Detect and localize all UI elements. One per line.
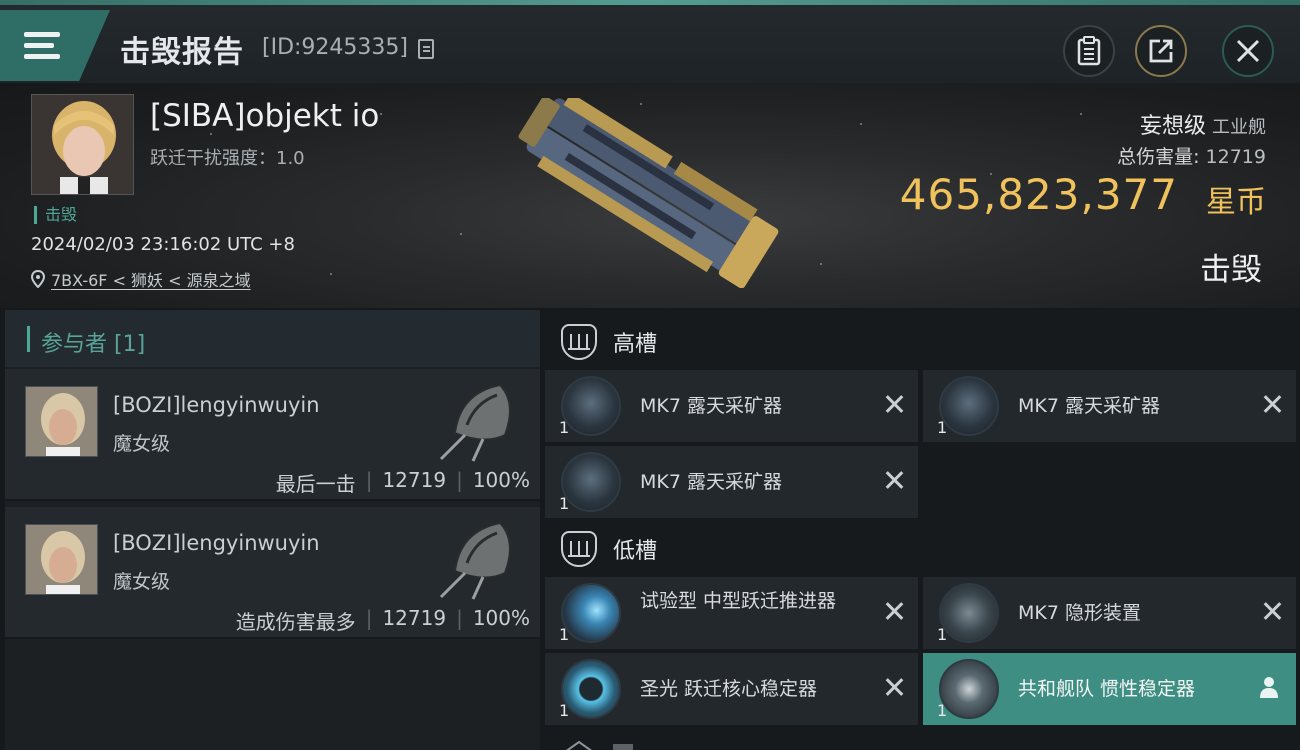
module-name: MK7 露天采矿器 — [640, 471, 782, 493]
dropped-person-icon — [1260, 677, 1278, 698]
participant-ship: 魔女级 — [113, 433, 171, 455]
kill-result: 击毁 — [1200, 252, 1262, 288]
header-bar: 击毁报告 [ID:9245335] — [0, 5, 1300, 83]
avatar[interactable] — [25, 386, 98, 457]
module-item-dropped[interactable]: 1 共和舰队 惯性稳定器 — [923, 653, 1296, 725]
warp-disruption-strength: 跃迁干扰强度：1.0 — [150, 148, 305, 169]
victim-pilot-name[interactable]: [SIBA]objekt io — [150, 98, 379, 134]
total-damage: 总伤害量: 12719 — [1117, 142, 1266, 169]
module-name: MK7 露天采矿器 — [1018, 395, 1160, 417]
page-title: 击毁报告 — [120, 35, 244, 70]
fitting-panel: 高槽 1 MK7 露天采矿器 1 MK7 露天采矿器 1 MK7 露天采矿器 低… — [543, 310, 1300, 750]
mining-laser-icon — [561, 452, 621, 512]
attacker-ship-icon — [439, 521, 511, 600]
module-item[interactable]: 1 MK7 隐形装置 — [923, 577, 1296, 649]
participant-stats: 最后一击 | 12719 | 100% — [275, 468, 530, 496]
location-pin-icon — [31, 270, 45, 288]
destroyed-icon — [884, 394, 904, 414]
module-qty: 1 — [937, 701, 948, 720]
participant-name: [BOZI]lengyinwuyin — [113, 393, 320, 417]
hamburger-menu-icon — [24, 31, 64, 60]
pilot-avatar-image — [32, 95, 133, 194]
participants-header: 参与者 [1] — [5, 310, 540, 367]
share-button[interactable] — [1135, 25, 1187, 77]
cloaking-device-icon — [939, 583, 999, 643]
destroyed-icon — [884, 677, 904, 697]
destroyed-icon — [884, 470, 904, 490]
mining-laser-icon — [561, 376, 621, 436]
avatar[interactable] — [25, 524, 98, 595]
module-name: 圣光 跃迁核心稳定器 — [640, 678, 818, 700]
share-icon — [1149, 39, 1173, 63]
mining-laser-icon — [939, 376, 999, 436]
participant-role: 造成伤害最多 — [235, 610, 356, 634]
participants-title: 参与者 [1] — [41, 332, 146, 357]
attacker-ship-icon — [439, 383, 511, 462]
ship-type: 工业舰 — [1212, 117, 1266, 138]
kill-datetime: 2024/02/03 23:16:02 UTC +8 — [31, 234, 295, 255]
module-qty: 1 — [559, 494, 570, 513]
participant-name: [BOZI]lengyinwuyin — [113, 531, 320, 555]
close-button[interactable] — [1222, 25, 1274, 77]
participants-panel: 参与者 [1] [BOZI]lengyinwuyin 魔女级 最后一击 | 1271… — [5, 310, 540, 750]
module-item[interactable]: 1 MK7 露天采矿器 — [545, 446, 918, 518]
module-name: MK7 隐形装置 — [1018, 602, 1141, 624]
ship-class-name: 妄想级 — [1139, 114, 1206, 139]
warp-core-stabilizer-icon — [561, 659, 621, 719]
low-slot-icon — [561, 531, 597, 567]
copy-id-icon[interactable] — [418, 39, 434, 59]
module-name: MK7 露天采矿器 — [640, 395, 782, 417]
module-item[interactable]: 1 MK7 露天采矿器 — [923, 370, 1296, 442]
participant-role: 最后一击 — [275, 472, 356, 496]
inertial-stabilizer-icon — [939, 659, 999, 719]
module-item[interactable]: 1 圣光 跃迁核心稳定器 — [545, 653, 918, 725]
module-name: 共和舰队 惯性稳定器 — [1018, 678, 1196, 700]
close-icon — [1236, 39, 1260, 63]
module-qty: 1 — [937, 418, 948, 437]
module-qty: 1 — [559, 418, 570, 437]
participant-percent: 100% — [472, 606, 530, 630]
clipboard-icon — [1077, 36, 1101, 66]
afterburner-icon — [561, 583, 621, 643]
participant-row[interactable]: [BOZI]lengyinwuyin 魔女级 最后一击 | 12719 | 100% — [5, 369, 540, 501]
low-slot-title: 低槽 — [613, 539, 658, 564]
victim-ship-class: 妄想级 工业舰 — [1140, 108, 1266, 140]
module-item[interactable]: 1 试验型 中型跃迁推进器 — [545, 577, 918, 649]
next-section-icon — [566, 740, 633, 750]
module-item[interactable]: 1 MK7 露天采矿器 — [545, 370, 918, 442]
total-damage-value: 12719 — [1205, 146, 1266, 168]
low-slot-header: 低槽 — [543, 521, 1300, 577]
high-slot-icon — [561, 324, 597, 360]
high-slot-header: 高槽 — [543, 314, 1300, 370]
module-qty: 1 — [937, 625, 948, 644]
participant-percent: 100% — [472, 468, 530, 492]
participant-ship: 魔女级 — [113, 571, 171, 593]
victim-portrait[interactable] — [31, 94, 134, 195]
kill-location[interactable]: 7BX-6F < 狮妖 < 源泉之域 — [31, 267, 251, 291]
destroyed-icon — [1262, 601, 1282, 621]
status-badge: 击毁 — [34, 206, 77, 224]
module-qty: 1 — [559, 625, 570, 644]
isk-value: 465,823,377 — [899, 170, 1178, 219]
destroyed-icon — [1262, 394, 1282, 414]
participant-row[interactable]: [BOZI]lengyinwuyin 魔女级 造成伤害最多 | 12719 | 100% — [5, 507, 540, 639]
destroyed-icon — [884, 601, 904, 621]
module-qty: 1 — [559, 701, 570, 720]
location-link[interactable]: 7BX-6F < 狮妖 < 源泉之域 — [51, 267, 251, 291]
participant-stats: 造成伤害最多 | 12719 | 100% — [235, 606, 530, 634]
menu-button[interactable] — [0, 10, 110, 81]
participant-damage: 12719 — [382, 468, 447, 492]
total-damage-label: 总伤害量: — [1117, 146, 1206, 168]
report-id: [ID:9245335] — [262, 35, 408, 60]
victim-ship-image — [518, 98, 779, 288]
header-accent-bar — [27, 326, 30, 352]
isk-unit: 星币 — [1206, 185, 1266, 220]
participant-damage: 12719 — [382, 606, 447, 630]
clipboard-button[interactable] — [1063, 25, 1115, 77]
high-slot-title: 高槽 — [613, 332, 658, 357]
module-name: 试验型 中型跃迁推进器 — [640, 590, 837, 612]
